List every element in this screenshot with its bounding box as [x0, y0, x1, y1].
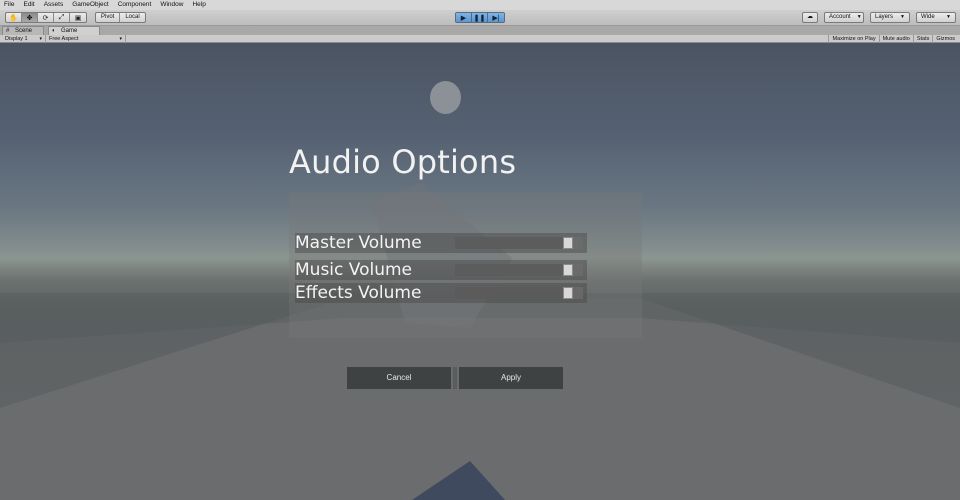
- page-title: Audio Options: [289, 143, 517, 181]
- layout-dropdown[interactable]: Wide ▼: [916, 12, 956, 23]
- chevron-down-icon: ▼: [900, 14, 905, 20]
- pause-icon[interactable]: ❚❚: [472, 13, 488, 22]
- toolbar: ✋ ✥ ⟳ ⤢ ▣ Pivot Local ▶ ❚❚ ▶| ☁ Account ▼…: [0, 10, 960, 26]
- pivot-button[interactable]: Pivot: [96, 13, 121, 22]
- menu-gameobject[interactable]: GameObject: [72, 0, 109, 10]
- slider-handle[interactable]: [562, 264, 573, 276]
- menu-help[interactable]: Help: [192, 0, 205, 10]
- master-volume-label: Master Volume: [295, 233, 422, 253]
- slider-fill: [455, 237, 568, 249]
- menu-component[interactable]: Component: [118, 0, 152, 10]
- effects-volume-label: Effects Volume: [295, 283, 422, 303]
- rect-icon[interactable]: ▣: [70, 13, 86, 22]
- effects-volume-slider[interactable]: [455, 287, 583, 299]
- stats-toggle[interactable]: Stats: [912, 35, 933, 43]
- tab-scene-label: Scene: [15, 28, 33, 34]
- scale-icon[interactable]: ⤢: [54, 13, 70, 22]
- tab-scene[interactable]: # Scene: [2, 26, 44, 35]
- rotate-icon[interactable]: ⟳: [38, 13, 54, 22]
- cancel-button[interactable]: Cancel: [347, 367, 451, 389]
- transform-tools: ✋ ✥ ⟳ ⤢ ▣: [5, 12, 87, 23]
- hand-icon[interactable]: ✋: [6, 13, 22, 22]
- button-divider: [453, 367, 457, 389]
- aspect-dropdown[interactable]: Free Aspect ▾: [46, 35, 126, 43]
- music-volume-row: Music Volume: [295, 260, 587, 280]
- account-label: Account: [829, 14, 851, 20]
- apply-button[interactable]: Apply: [459, 367, 563, 389]
- menu-window[interactable]: Window: [160, 0, 183, 10]
- cloud-icon[interactable]: ☁: [802, 12, 818, 23]
- gizmos-dropdown[interactable]: Gizmos: [932, 35, 958, 43]
- pivot-toggle-group: Pivot Local: [95, 12, 146, 23]
- tab-game-label: Game: [61, 28, 78, 34]
- chevron-down-icon: ▼: [946, 14, 951, 20]
- mute-audio-toggle[interactable]: Mute audio: [878, 35, 913, 43]
- chevron-down-icon: ▾: [119, 36, 122, 42]
- display-label: Display 1: [5, 36, 28, 42]
- chevron-down-icon: ▾: [39, 36, 42, 42]
- tab-game[interactable]: ◐ Game: [48, 26, 100, 35]
- effects-volume-row: Effects Volume: [295, 283, 587, 303]
- slider-handle[interactable]: [562, 287, 573, 299]
- slider-fill: [455, 264, 568, 276]
- game-view-bar: Display 1 ▾ Free Aspect ▾ Maximize on Play…: [0, 35, 960, 43]
- menu-edit[interactable]: Edit: [23, 0, 34, 10]
- layers-label: Layers: [875, 14, 894, 20]
- local-button[interactable]: Local: [120, 13, 144, 22]
- music-volume-label: Music Volume: [295, 260, 412, 280]
- editor-tabs: # Scene ◐ Game: [0, 26, 960, 35]
- menu-assets[interactable]: Assets: [44, 0, 64, 10]
- audio-options-panel: Master Volume Music Volume Effects Volum…: [289, 192, 642, 338]
- display-dropdown[interactable]: Display 1 ▾: [2, 35, 46, 43]
- right-toolbar: ☁ Account ▼ Layers ▼ Wide ▼: [802, 12, 956, 23]
- step-icon[interactable]: ▶|: [488, 13, 504, 22]
- master-volume-row: Master Volume: [295, 233, 587, 253]
- account-dropdown[interactable]: Account ▼: [824, 12, 864, 23]
- menu-file[interactable]: File: [4, 0, 14, 10]
- game-viewport: Audio Options Master Volume Music Volume…: [0, 43, 960, 500]
- layers-dropdown[interactable]: Layers ▼: [870, 12, 910, 23]
- play-icon[interactable]: ▶: [456, 13, 472, 22]
- chevron-down-icon: ▼: [856, 14, 862, 20]
- menu-bar: File Edit Assets GameObject Component Wi…: [0, 0, 960, 10]
- sun-sphere: [430, 81, 461, 114]
- aspect-label: Free Aspect: [49, 36, 79, 42]
- game-view-options: Maximize on Play Mute audio Stats Gizmos: [828, 35, 958, 43]
- music-volume-slider[interactable]: [455, 264, 583, 276]
- layout-label: Wide: [921, 14, 935, 20]
- maximize-on-play-toggle[interactable]: Maximize on Play: [828, 35, 878, 43]
- move-icon[interactable]: ✥: [22, 13, 38, 22]
- master-volume-slider[interactable]: [455, 237, 583, 249]
- slider-fill: [455, 287, 568, 299]
- play-controls: ▶ ❚❚ ▶|: [455, 12, 505, 23]
- slider-handle[interactable]: [562, 237, 573, 249]
